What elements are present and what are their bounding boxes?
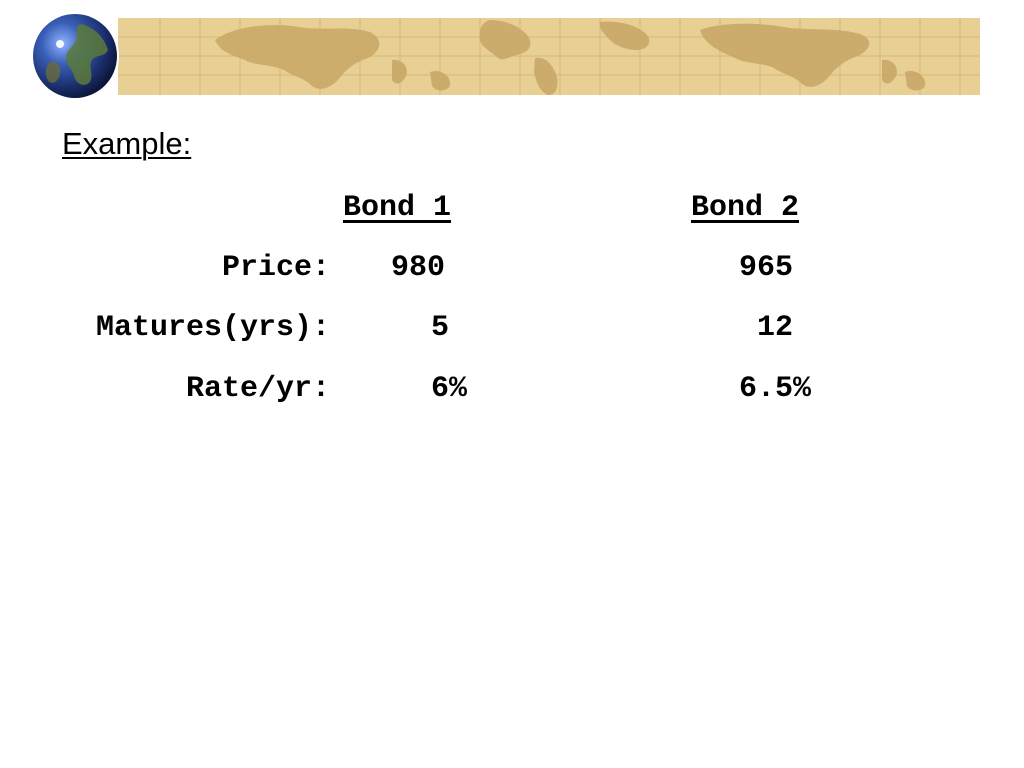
slide: Example: Bond 1 Bond 2 Price: 980 965 Ma… [0, 0, 1024, 768]
row-label-matures: Matures(yrs): [95, 311, 330, 345]
world-map-banner [31, 12, 980, 100]
rate-bond-2-value: 6.5% [739, 372, 812, 406]
row-label-price: Price: [221, 251, 330, 285]
matures-bond-1-value: 5 [431, 311, 450, 345]
price-bond-1-value: 980 [391, 251, 446, 285]
matures-bond-2-value: 12 [757, 311, 794, 345]
column-header-bond-1: Bond 1 [343, 191, 452, 225]
example-heading: Example: [62, 126, 192, 161]
price-bond-2-value: 965 [739, 251, 794, 285]
globe-icon [31, 12, 119, 100]
row-label-rate: Rate/yr: [185, 372, 330, 406]
rate-bond-1-value: 6% [431, 372, 468, 406]
column-header-bond-2: Bond 2 [691, 191, 800, 225]
